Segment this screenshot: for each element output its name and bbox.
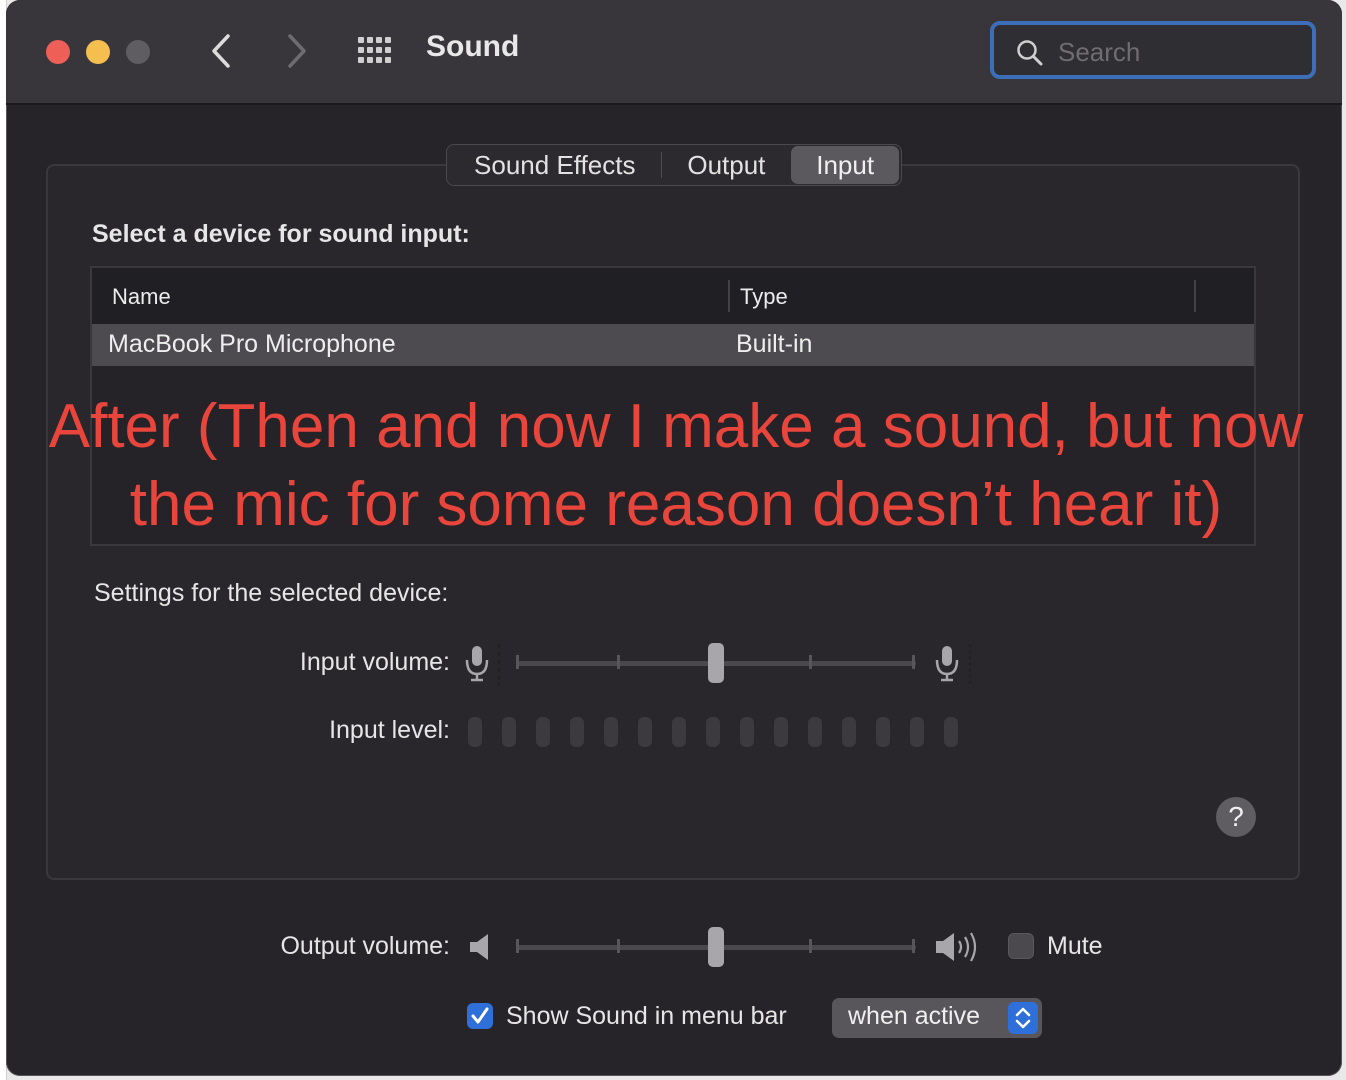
level-segment <box>944 717 958 747</box>
level-segment <box>536 717 550 747</box>
level-segment <box>672 717 686 747</box>
device-name: MacBook Pro Microphone <box>108 330 396 358</box>
show-in-menu-bar-checkbox[interactable] <box>467 1003 493 1029</box>
level-segment <box>842 717 856 747</box>
column-header-name[interactable]: Name <box>112 284 171 310</box>
level-segment <box>740 717 754 747</box>
level-segment <box>604 717 618 747</box>
output-volume-slider[interactable] <box>516 927 916 967</box>
annotation-line-1: After (Then and now I make a sound, but … <box>48 392 1304 461</box>
column-divider[interactable] <box>1194 280 1196 312</box>
slider-tick <box>617 939 620 953</box>
slider-tick <box>912 655 915 669</box>
table-row[interactable]: MacBook Pro Microphone Built-in <box>92 324 1254 366</box>
search-field[interactable] <box>990 21 1316 79</box>
column-divider[interactable] <box>728 280 730 312</box>
red-annotation-overlay: After (Then and now I make a sound, but … <box>26 388 1326 544</box>
menu-bar-visibility-popup[interactable]: when active <box>832 998 1042 1038</box>
grid-icon <box>358 37 391 63</box>
settings-label: Settings for the selected device: <box>94 579 449 607</box>
minimize-button[interactable] <box>86 40 110 64</box>
level-segment <box>706 717 720 747</box>
search-icon <box>1017 40 1043 66</box>
titlebar: Sound <box>6 0 1342 105</box>
slider-knob[interactable] <box>708 643 724 683</box>
checkmark-icon <box>471 1007 489 1024</box>
chevron-right-icon <box>288 34 306 68</box>
speaker-loud-icon <box>936 932 977 962</box>
slider-tick <box>809 655 812 669</box>
level-segment <box>638 717 652 747</box>
level-segment <box>502 717 516 747</box>
help-button[interactable]: ? <box>1216 797 1256 837</box>
input-level-label: Input level: <box>329 716 450 744</box>
tab-sound-effects[interactable]: Sound Effects <box>449 146 661 184</box>
level-segment <box>910 717 924 747</box>
search-input[interactable] <box>1056 33 1300 71</box>
zoom-button[interactable] <box>126 40 150 64</box>
mute-checkbox[interactable] <box>1008 933 1034 959</box>
table-header: Name Type <box>92 268 1254 324</box>
device-type: Built-in <box>736 330 813 358</box>
input-volume-slider[interactable] <box>516 643 916 683</box>
popup-selected-value: when active <box>848 1002 981 1030</box>
output-volume-label: Output volume: <box>280 932 450 960</box>
tab-input[interactable]: Input <box>791 146 900 184</box>
input-volume-label: Input volume: <box>299 648 450 676</box>
slider-tick <box>516 655 519 669</box>
system-preferences-window: Sound Sound Effects Output Input Select … <box>6 0 1342 1076</box>
slider-knob[interactable] <box>708 927 724 967</box>
slider-tick <box>516 939 519 953</box>
window-title: Sound <box>426 30 520 63</box>
level-segment <box>808 717 822 747</box>
mute-label[interactable]: Mute <box>1047 932 1103 961</box>
tab-bar: Sound Effects Output Input <box>446 144 902 186</box>
microphone-icon <box>935 644 972 684</box>
slider-tick <box>617 655 620 669</box>
question-mark-icon: ? <box>1228 801 1244 832</box>
select-device-label: Select a device for sound input: <box>92 220 470 248</box>
microphone-icon <box>465 644 501 686</box>
tab-output[interactable]: Output <box>662 146 792 184</box>
level-segment <box>876 717 890 747</box>
show-all-button[interactable] <box>356 35 396 67</box>
up-down-chevron-icon <box>1008 1002 1038 1034</box>
annotation-line-2: the mic for some reason doesn’t hear it) <box>129 470 1223 539</box>
level-segment <box>774 717 788 747</box>
level-segment <box>570 717 584 747</box>
close-button[interactable] <box>46 40 70 64</box>
column-header-type[interactable]: Type <box>740 284 788 310</box>
slider-tick <box>912 939 915 953</box>
speaker-icon <box>470 934 488 960</box>
forward-button[interactable] <box>276 30 316 72</box>
show-in-menu-bar-label[interactable]: Show Sound in menu bar <box>506 1002 787 1031</box>
back-button[interactable] <box>202 30 242 72</box>
chevron-left-icon <box>212 34 230 68</box>
slider-tick <box>809 939 812 953</box>
level-segment <box>468 717 482 747</box>
